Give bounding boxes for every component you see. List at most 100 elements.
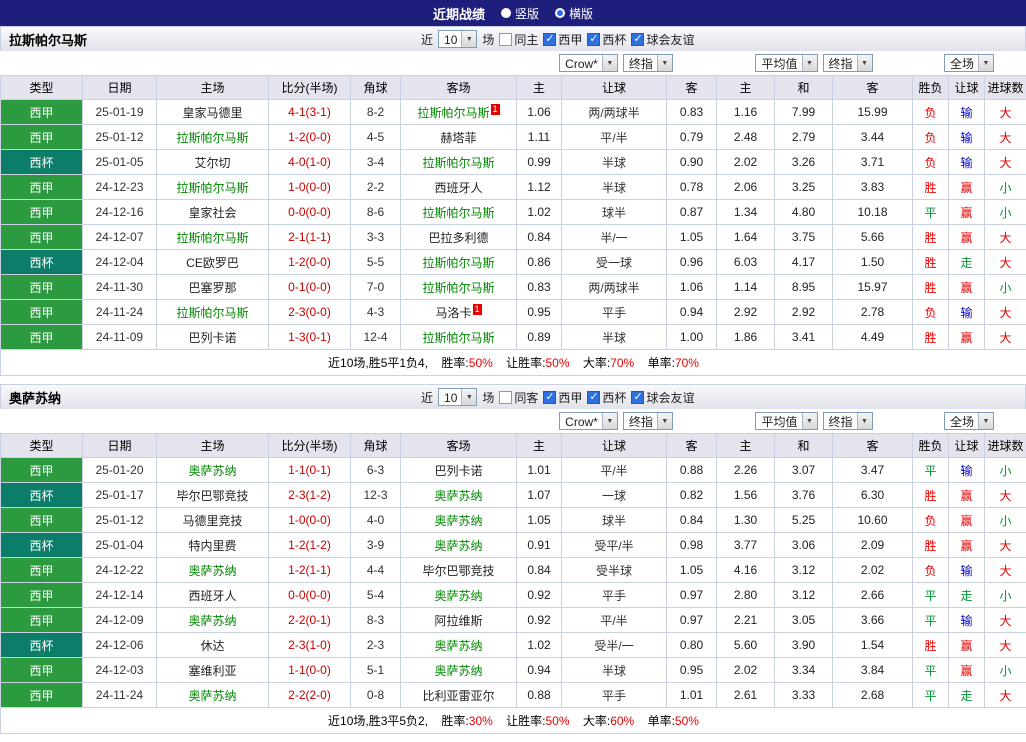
match-date: 25-01-19: [83, 100, 157, 125]
asian-odds-time-select[interactable]: 终指▼: [623, 412, 673, 430]
radio-icon: [501, 8, 511, 18]
team-name: 拉斯帕尔马斯: [422, 331, 494, 345]
asian-home-odds: 1.02: [517, 200, 562, 225]
filter-club-friendly[interactable]: 球会友谊: [631, 31, 694, 48]
away-team: 拉斯帕尔马斯: [401, 250, 517, 275]
euro-home-odds: 1.64: [717, 225, 775, 250]
scope-controls: 全场▼: [912, 54, 1026, 72]
col-ah-home: 主: [517, 76, 562, 100]
euro-draw-odds: 4.80: [775, 200, 833, 225]
asian-home-odds: 0.91: [517, 533, 562, 558]
team-name: CE欧罗巴: [186, 256, 239, 270]
asian-handicap: 平/半: [562, 608, 667, 633]
corners: 4-0: [351, 508, 401, 533]
asian-odds-controls: Crow*▼ 终指▼: [516, 412, 716, 430]
stat-label: 大率:: [583, 714, 610, 728]
chevron-down-icon: ▼: [978, 55, 993, 71]
league-badge: 西甲: [1, 458, 83, 483]
asian-away-odds: 0.97: [667, 583, 717, 608]
league-badge: 西甲: [1, 558, 83, 583]
euro-odds-controls: 平均值▼ 终指▼: [716, 412, 912, 430]
euro-odds-time-select[interactable]: 终指▼: [823, 54, 873, 72]
euro-draw-odds: 3.25: [775, 175, 833, 200]
col-eu-home: 主: [717, 434, 775, 458]
euro-draw-odds: 3.76: [775, 483, 833, 508]
asian-handicap: 半/一: [562, 225, 667, 250]
asian-away-odds: 0.79: [667, 125, 717, 150]
radio-horizontal-layout[interactable]: 横版: [555, 5, 593, 22]
asian-home-odds: 1.12: [517, 175, 562, 200]
score: 1-1(0-0): [269, 658, 351, 683]
score: 1-0(0-0): [269, 175, 351, 200]
euro-home-odds: 2.92: [717, 300, 775, 325]
league-badge: 西甲: [1, 608, 83, 633]
team-name: 拉斯帕尔马斯: [422, 281, 494, 295]
col-away: 客场: [401, 434, 517, 458]
score: 2-3(0-0): [269, 300, 351, 325]
match-result: 胜: [913, 633, 949, 658]
team-name: 奥萨苏纳: [434, 639, 482, 653]
asian-handicap: 球半: [562, 200, 667, 225]
summary-stat: 大率:60%: [583, 714, 634, 728]
euro-odds-time-select[interactable]: 终指▼: [823, 412, 873, 430]
league-badge: 西杯: [1, 250, 83, 275]
radio-icon: [555, 8, 565, 18]
checkbox-label: 西杯: [602, 389, 626, 406]
col-handicap-result: 让球: [949, 76, 985, 100]
radio-vertical-layout[interactable]: 竖版: [501, 5, 539, 22]
col-result: 胜负: [913, 76, 949, 100]
team-name: 拉斯帕尔马斯: [176, 131, 248, 145]
euro-draw-odds: 3.06: [775, 533, 833, 558]
asian-odds-source-select[interactable]: Crow*▼: [559, 54, 618, 72]
asian-away-odds: 0.96: [667, 250, 717, 275]
team-name: 休达: [200, 639, 224, 653]
match-row: 西杯25-01-17毕尔巴鄂竞技2-3(1-2)12-3奥萨苏纳1.07一球0.…: [1, 483, 1026, 508]
col-eu-draw: 和: [775, 76, 833, 100]
goals-result: 大: [985, 300, 1026, 325]
filter-league-liga[interactable]: 西甲: [543, 31, 582, 48]
radio-label: 竖版: [515, 5, 539, 22]
recent-label: 近: [421, 389, 433, 406]
recent-count-select[interactable]: 10▼: [438, 30, 477, 48]
col-handicap: 让球: [562, 434, 667, 458]
league-badge: 西甲: [1, 683, 83, 708]
home-team: 皇家社会: [157, 200, 269, 225]
filter-league-liga[interactable]: 西甲: [543, 389, 582, 406]
col-corners: 角球: [351, 434, 401, 458]
euro-odds-source-select[interactable]: 平均值▼: [755, 54, 817, 72]
asian-away-odds: 1.01: [667, 683, 717, 708]
team-name: 奥萨苏纳: [434, 664, 482, 678]
scope-select[interactable]: 全场▼: [944, 412, 994, 430]
euro-draw-odds: 4.17: [775, 250, 833, 275]
euro-home-odds: 6.03: [717, 250, 775, 275]
home-team: 奥萨苏纳: [157, 458, 269, 483]
league-badge: 西甲: [1, 175, 83, 200]
away-team: 奥萨苏纳: [401, 508, 517, 533]
filter-club-friendly[interactable]: 球会友谊: [631, 389, 694, 406]
filter-same-home[interactable]: 同主: [499, 31, 538, 48]
asian-handicap: 受半/一: [562, 633, 667, 658]
euro-home-odds: 1.30: [717, 508, 775, 533]
score: 0-1(0-0): [269, 275, 351, 300]
col-score: 比分(半场): [269, 434, 351, 458]
chevron-down-icon: ▼: [857, 413, 872, 429]
filter-same-away[interactable]: 同客: [499, 389, 538, 406]
euro-away-odds: 1.54: [833, 633, 913, 658]
euro-odds-source-select[interactable]: 平均值▼: [755, 412, 817, 430]
filter-league-copa[interactable]: 西杯: [587, 389, 626, 406]
asian-odds-source-select[interactable]: Crow*▼: [559, 412, 618, 430]
filter-league-copa[interactable]: 西杯: [587, 31, 626, 48]
recent-count-select[interactable]: 10▼: [438, 388, 477, 406]
corners: 4-4: [351, 558, 401, 583]
handicap-result: 输: [949, 458, 985, 483]
league-badge: 西甲: [1, 658, 83, 683]
euro-home-odds: 2.02: [717, 658, 775, 683]
odds-controls: Crow*▼ 终指▼ 平均值▼ 终指▼ 全场▼: [0, 409, 1026, 433]
col-eu-away: 客: [833, 434, 913, 458]
asian-odds-time-select[interactable]: 终指▼: [623, 54, 673, 72]
checkbox-label: 球会友谊: [646, 389, 694, 406]
corners: 4-3: [351, 300, 401, 325]
select-value: 全场: [945, 413, 978, 429]
scope-select[interactable]: 全场▼: [944, 54, 994, 72]
match-result: 胜: [913, 483, 949, 508]
